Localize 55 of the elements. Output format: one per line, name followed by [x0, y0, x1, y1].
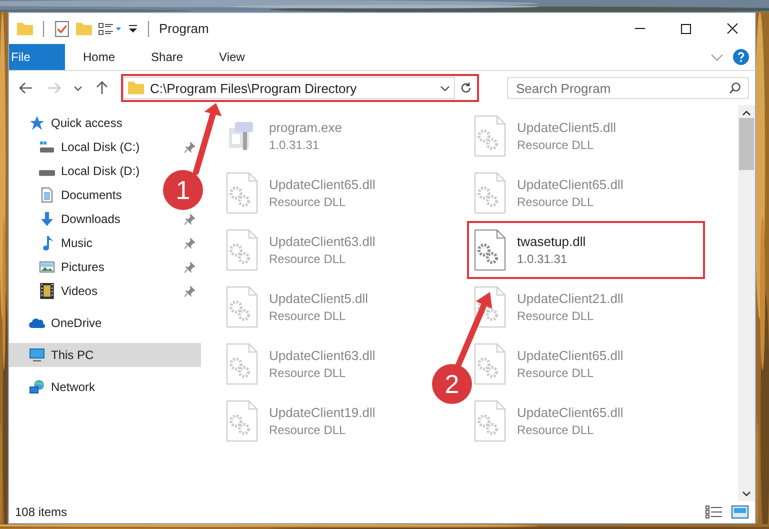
file-detail: 1.0.31.31 [269, 138, 320, 152]
file-detail: Resource DLL [517, 195, 595, 209]
item-count: 108 items [15, 505, 68, 519]
file-item[interactable]: UpdateClient63.dll Resource DLL [219, 335, 382, 393]
callout-badge: 1 [163, 170, 203, 210]
sidebar-item[interactable]: Documents [9, 183, 128, 207]
file-item[interactable]: UpdateClient65.dll Resource DLL [219, 164, 382, 222]
file-name: twasetup.dll [517, 234, 586, 249]
file-detail: Resource DLL [269, 366, 347, 380]
file-name: program.exe [269, 120, 342, 135]
sidebar-item[interactable]: Local Disk (C:) [9, 135, 201, 159]
file-item[interactable]: UpdateClient5.dll Resource DLL [219, 278, 374, 336]
file-detail: Resource DLL [517, 138, 595, 152]
window-title: Program [159, 21, 209, 36]
file-item[interactable]: UpdateClient5.dll Resource DLL [467, 107, 622, 165]
sidebar-item[interactable]: Network [9, 375, 102, 399]
file-name: UpdateClient65.dll [517, 348, 624, 363]
address-path: C:\Program Files\Program Directory [150, 80, 358, 96]
address-field[interactable]: C:\Program Files\Program Directory [123, 77, 455, 99]
sidebar-item[interactable]: Music [9, 231, 201, 255]
file-item[interactable]: program.exe 1.0.31.31 [219, 107, 348, 165]
file-name: UpdateClient65.dll [269, 177, 376, 192]
file-name: UpdateClient5.dll [517, 120, 616, 135]
file-detail: 1.0.31.31 [517, 252, 568, 266]
file-detail: Resource DLL [517, 423, 595, 437]
file-name: UpdateClient19.dll [269, 405, 376, 420]
sidebar-item[interactable]: Downloads [9, 207, 201, 231]
file-detail: Resource DLL [269, 423, 347, 437]
file-menu-button[interactable]: File [9, 44, 65, 70]
file-name: UpdateClient63.dll [269, 348, 376, 363]
search-field[interactable]: Search Program [507, 77, 749, 99]
file-detail: Resource DLL [517, 366, 595, 380]
file-item[interactable]: UpdateClient65.dll Resource DLL [467, 164, 630, 222]
file-detail: Resource DLL [517, 309, 595, 323]
file-name: UpdateClient65.dll [517, 177, 624, 192]
callout-badge: 2 [432, 364, 472, 404]
ribbon-tab[interactable]: Home [65, 44, 134, 70]
file-name: UpdateClient63.dll [269, 234, 376, 249]
sidebar-item[interactable]: OneDrive [9, 311, 108, 335]
ribbon-tab[interactable]: View [201, 44, 263, 70]
file-detail: Resource DLL [269, 309, 347, 323]
sidebar-item[interactable]: Videos [9, 279, 201, 303]
file-item[interactable]: twasetup.dll 1.0.31.31 [467, 221, 705, 279]
file-name: UpdateClient5.dll [269, 291, 368, 306]
sidebar-item[interactable]: Local Disk (D:) [9, 159, 146, 183]
sidebar-item[interactable]: Quick access [9, 111, 128, 135]
sidebar-item[interactable]: Pictures [9, 255, 201, 279]
file-item[interactable]: UpdateClient19.dll Resource DLL [219, 392, 382, 450]
ribbon-tab[interactable]: Share [133, 44, 202, 70]
file-name: UpdateClient21.dll [517, 291, 624, 306]
file-name: UpdateClient65.dll [517, 405, 624, 420]
file-detail: Resource DLL [269, 195, 347, 209]
file-item[interactable]: UpdateClient63.dll Resource DLL [219, 221, 382, 279]
sidebar-item[interactable]: This PC [9, 343, 201, 367]
file-detail: Resource DLL [269, 252, 347, 266]
